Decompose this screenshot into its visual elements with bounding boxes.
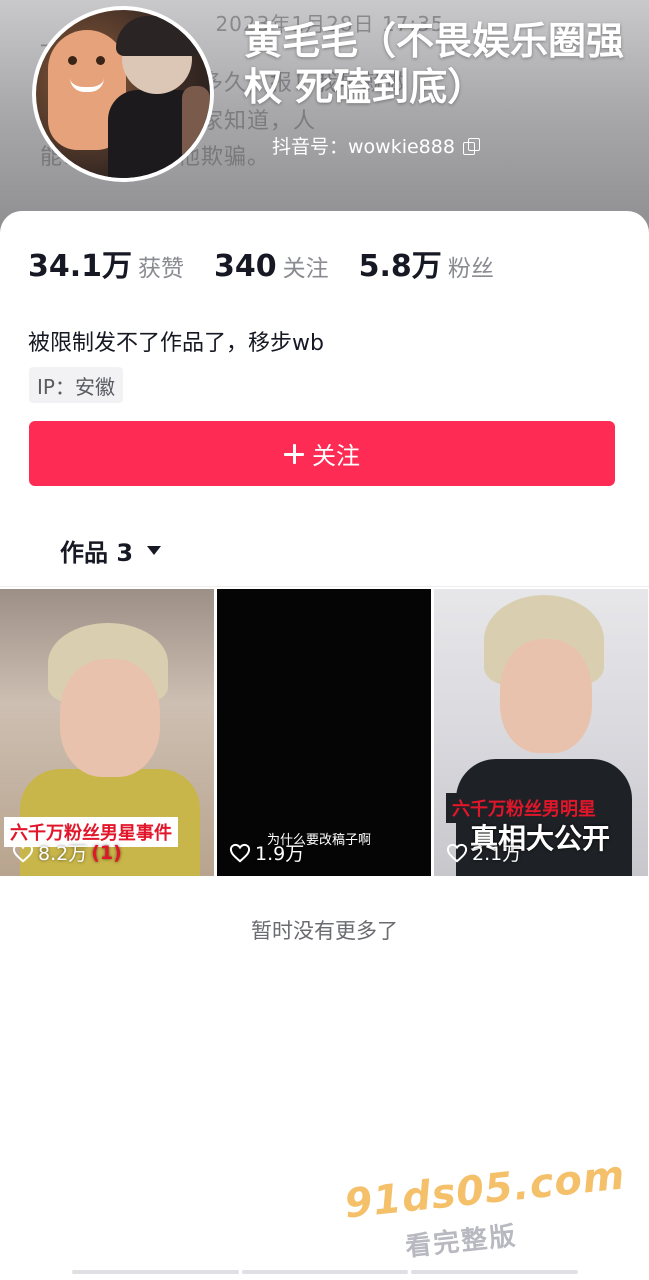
stat-following[interactable]: 340 关注 — [214, 249, 329, 284]
follow-button[interactable]: 关注 — [29, 421, 615, 486]
stat-value: 340 — [214, 249, 277, 284]
avatar-person-hair — [116, 16, 200, 56]
profile-bio: 被限制发不了作品了，移步wb — [28, 331, 324, 356]
face-shape — [60, 659, 160, 777]
video-thumbnail[interactable]: 六千万粉丝男星事件 8.2万 (1) — [0, 589, 214, 876]
stat-value: 34.1万 — [28, 249, 133, 284]
eye-right — [96, 56, 105, 65]
indicator-segment — [72, 1270, 239, 1274]
divider — [0, 586, 649, 587]
avatar-tattoo-arm — [182, 86, 210, 166]
heart-icon — [446, 843, 468, 862]
follow-button-label: 关注 — [312, 442, 360, 470]
video-grid: 六千万粉丝男星事件 8.2万 (1) 为什么要改稿子啊 1.9万 六千万粉丝男明… — [0, 589, 649, 876]
copy-icon[interactable] — [462, 137, 480, 155]
mouth — [70, 78, 104, 92]
plus-icon — [284, 443, 304, 464]
heart-icon — [12, 843, 34, 862]
stat-likes[interactable]: 34.1万 获赞 — [28, 241, 184, 285]
video-likes-count: 2.1万 — [472, 843, 522, 865]
watermark-sub: 看完整版 — [404, 1221, 519, 1263]
ip-location-tag: IP：安徽 — [29, 367, 123, 403]
stat-label: 获赞 — [138, 256, 185, 282]
stat-label: 关注 — [282, 256, 329, 282]
indicator-segment — [411, 1270, 579, 1274]
watermark-main: 91ds05.com — [342, 1152, 628, 1228]
heart-icon — [229, 843, 251, 862]
indicator-segment — [241, 1270, 409, 1274]
face-shape — [500, 639, 592, 753]
caret-down-icon — [147, 546, 162, 555]
tab-works[interactable]: 作品 3 — [60, 533, 162, 568]
douyin-id-text: 抖音号：wowkie888 — [272, 136, 455, 158]
douyin-id[interactable]: 抖音号：wowkie888 — [272, 132, 480, 159]
video-likes-count: 1.9万 — [255, 843, 305, 865]
video-badge: (1) — [91, 841, 122, 864]
stat-followers[interactable]: 5.8万 粉丝 — [359, 241, 494, 285]
profile-card: 34.1万 获赞 340 关注 5.8万 粉丝 被限制发不了作品了，移步wb I… — [0, 211, 649, 1280]
video-likes: 8.2万 (1) — [12, 839, 122, 866]
video-likes-count: 8.2万 — [38, 843, 88, 865]
video-likes: 1.9万 — [229, 839, 304, 866]
eye-left — [68, 56, 77, 65]
profile-header-background: 2023年1月28日 17:35 一直…不…大… 不知道还能发声多久，报！我早就… — [0, 0, 649, 240]
stat-value: 5.8万 — [358, 249, 442, 284]
video-thumbnail[interactable]: 六千万粉丝男明星 真相大公开 2.1万 — [434, 589, 648, 876]
video-thumbnail[interactable]: 为什么要改稿子啊 1.9万 — [217, 589, 431, 876]
stats-row: 34.1万 获赞 340 关注 5.8万 粉丝 — [28, 241, 524, 285]
bottom-indicator — [72, 1270, 579, 1274]
stat-label: 粉丝 — [447, 256, 494, 282]
no-more-text: 暂时没有更多了 — [251, 919, 398, 943]
video-likes: 2.1万 — [446, 839, 521, 866]
avatar[interactable] — [32, 6, 214, 182]
profile-name: 黄毛毛（不畏娱乐圈强权 死磕到底） — [244, 19, 625, 109]
tab-works-label: 作品 3 — [60, 539, 134, 567]
